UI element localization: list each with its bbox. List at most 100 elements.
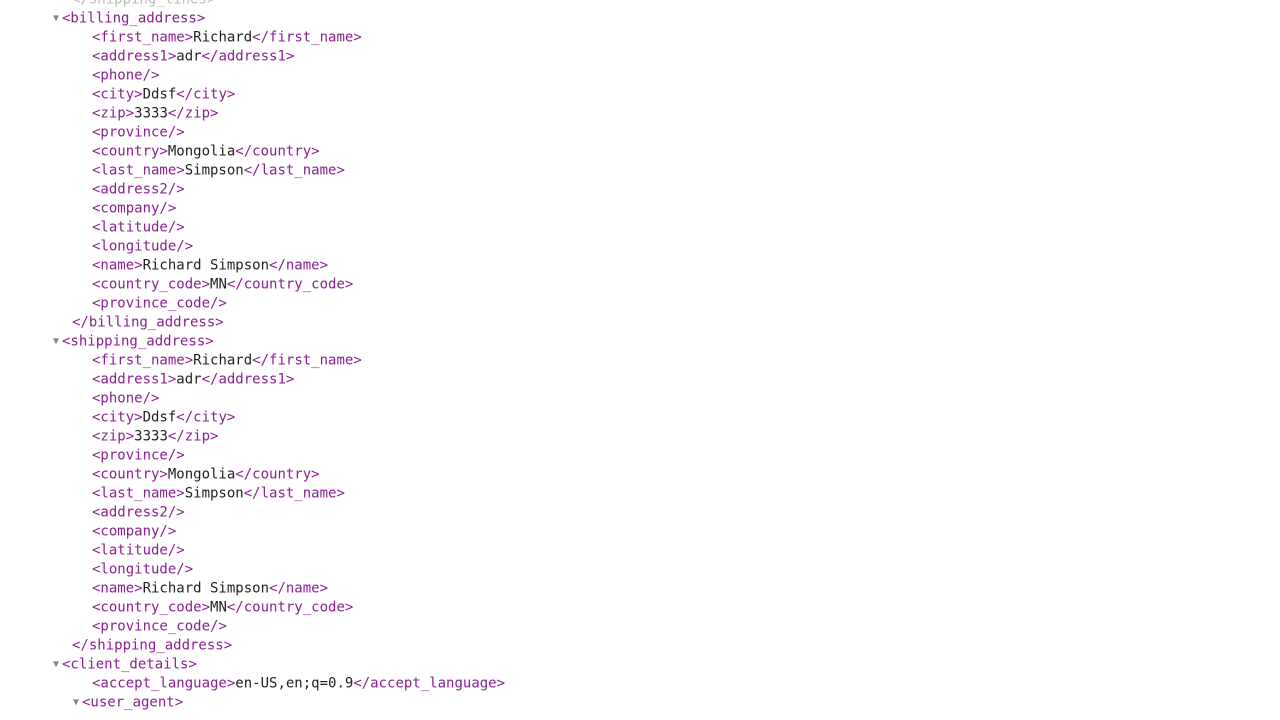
xml-line[interactable]: <province_code/> bbox=[0, 294, 1280, 313]
toggle-placeholder bbox=[60, 0, 72, 9]
toggle-placeholder bbox=[80, 351, 92, 370]
collapse-toggle-icon[interactable]: ▼ bbox=[50, 655, 62, 674]
xml-line[interactable]: <first_name>Richard</first_name> bbox=[0, 351, 1280, 370]
xml-tag: <first_name> bbox=[92, 353, 193, 369]
xml-line[interactable]: <company/> bbox=[0, 199, 1280, 218]
toggle-placeholder bbox=[60, 636, 72, 655]
xml-line[interactable]: <city>Ddsf</city> bbox=[0, 85, 1280, 104]
xml-line[interactable]: <country>Mongolia</country> bbox=[0, 465, 1280, 484]
toggle-placeholder bbox=[80, 389, 92, 408]
toggle-placeholder bbox=[80, 370, 92, 389]
xml-tag: </address1> bbox=[202, 49, 295, 65]
xml-text-value: Richard Simpson bbox=[143, 258, 269, 274]
xml-line[interactable]: </billing_address> bbox=[0, 313, 1280, 332]
toggle-placeholder bbox=[80, 446, 92, 465]
xml-line[interactable]: </shipping_address> bbox=[0, 636, 1280, 655]
xml-line[interactable]: <longitude/> bbox=[0, 560, 1280, 579]
xml-text-value: Richard bbox=[193, 30, 252, 46]
xml-tag: <first_name> bbox=[92, 30, 193, 46]
xml-text-value: Ddsf bbox=[143, 87, 177, 103]
toggle-placeholder bbox=[80, 427, 92, 446]
xml-tag: </first_name> bbox=[252, 353, 362, 369]
xml-tag: <address2/> bbox=[92, 505, 185, 521]
xml-line[interactable]: <country>Mongolia</country> bbox=[0, 142, 1280, 161]
xml-tag: <last_name> bbox=[92, 486, 185, 502]
xml-text-value: Richard bbox=[193, 353, 252, 369]
collapse-toggle-icon[interactable]: ▼ bbox=[50, 332, 62, 351]
xml-text-value: adr bbox=[176, 49, 201, 65]
xml-tag: <address2/> bbox=[92, 182, 185, 198]
xml-tag: </last_name> bbox=[244, 486, 345, 502]
xml-text-value: MN bbox=[210, 600, 227, 616]
xml-tag: </address1> bbox=[202, 372, 295, 388]
xml-line[interactable]: <phone/> bbox=[0, 389, 1280, 408]
toggle-placeholder bbox=[80, 617, 92, 636]
xml-line[interactable]: <longitude/> bbox=[0, 237, 1280, 256]
toggle-placeholder bbox=[80, 275, 92, 294]
xml-line[interactable]: <address1>adr</address1> bbox=[0, 370, 1280, 389]
xml-line[interactable]: ▼<billing_address> bbox=[0, 9, 1280, 28]
xml-tag: <province/> bbox=[92, 125, 185, 141]
xml-line[interactable]: <first_name>Richard</first_name> bbox=[0, 28, 1280, 47]
xml-tag: <company/> bbox=[92, 201, 176, 217]
xml-tag: <zip> bbox=[92, 429, 134, 445]
xml-text-value: Mongolia bbox=[168, 144, 235, 160]
xml-line[interactable]: <province/> bbox=[0, 123, 1280, 142]
xml-text-value: MN bbox=[210, 277, 227, 293]
xml-line[interactable]: <name>Richard Simpson</name> bbox=[0, 579, 1280, 598]
toggle-placeholder bbox=[80, 28, 92, 47]
xml-line[interactable]: ▼<shipping_address> bbox=[0, 332, 1280, 351]
xml-tag: </first_name> bbox=[252, 30, 362, 46]
xml-tag: <phone/> bbox=[92, 68, 159, 84]
xml-line[interactable]: <zip>3333</zip> bbox=[0, 104, 1280, 123]
xml-line[interactable]: </shipping_lines> bbox=[0, 0, 1280, 9]
toggle-placeholder bbox=[80, 503, 92, 522]
xml-tag: <last_name> bbox=[92, 163, 185, 179]
xml-tag: </country_code> bbox=[227, 600, 353, 616]
xml-line[interactable]: <province/> bbox=[0, 446, 1280, 465]
toggle-placeholder bbox=[80, 408, 92, 427]
xml-tag: <name> bbox=[92, 581, 143, 597]
xml-line[interactable]: <latitude/> bbox=[0, 541, 1280, 560]
toggle-placeholder bbox=[80, 484, 92, 503]
xml-tag: <longitude/> bbox=[92, 562, 193, 578]
toggle-placeholder bbox=[80, 180, 92, 199]
xml-line[interactable]: ▼<user_agent> bbox=[0, 693, 1280, 712]
toggle-placeholder bbox=[80, 66, 92, 85]
xml-line[interactable]: <accept_language>en-US,en;q=0.9</accept_… bbox=[0, 674, 1280, 693]
collapse-toggle-icon[interactable]: ▼ bbox=[50, 9, 62, 28]
xml-line[interactable]: <latitude/> bbox=[0, 218, 1280, 237]
xml-line[interactable]: <country_code>MN</country_code> bbox=[0, 275, 1280, 294]
xml-text-value: Simpson bbox=[185, 163, 244, 179]
xml-tag: <longitude/> bbox=[92, 239, 193, 255]
xml-line[interactable]: <phone/> bbox=[0, 66, 1280, 85]
xml-tag: <shipping_address> bbox=[62, 334, 214, 350]
xml-tag: <country_code> bbox=[92, 277, 210, 293]
xml-line[interactable]: <company/> bbox=[0, 522, 1280, 541]
xml-tag: </last_name> bbox=[244, 163, 345, 179]
xml-tag: </zip> bbox=[168, 429, 219, 445]
xml-tag: </city> bbox=[176, 87, 235, 103]
xml-tag: <billing_address> bbox=[62, 11, 205, 27]
xml-tag: </billing_address> bbox=[72, 315, 224, 331]
toggle-placeholder bbox=[80, 218, 92, 237]
xml-line[interactable]: <name>Richard Simpson</name> bbox=[0, 256, 1280, 275]
xml-text-value: Mongolia bbox=[168, 467, 235, 483]
xml-tree-viewer[interactable]: </shipping_lines>▼<billing_address> <fir… bbox=[0, 0, 1280, 712]
xml-tag: </zip> bbox=[168, 106, 219, 122]
xml-line[interactable]: <address2/> bbox=[0, 503, 1280, 522]
xml-line[interactable]: <zip>3333</zip> bbox=[0, 427, 1280, 446]
xml-line[interactable]: ▼<client_details> bbox=[0, 655, 1280, 674]
xml-line[interactable]: <address1>adr</address1> bbox=[0, 47, 1280, 66]
toggle-placeholder bbox=[80, 256, 92, 275]
xml-line[interactable]: <city>Ddsf</city> bbox=[0, 408, 1280, 427]
xml-tag: </country> bbox=[235, 144, 319, 160]
collapse-toggle-icon[interactable]: ▼ bbox=[70, 693, 82, 712]
xml-tag: </name> bbox=[269, 258, 328, 274]
xml-line[interactable]: <country_code>MN</country_code> bbox=[0, 598, 1280, 617]
xml-line[interactable]: <last_name>Simpson</last_name> bbox=[0, 161, 1280, 180]
xml-line[interactable]: <province_code/> bbox=[0, 617, 1280, 636]
toggle-placeholder bbox=[80, 598, 92, 617]
xml-line[interactable]: <last_name>Simpson</last_name> bbox=[0, 484, 1280, 503]
xml-line[interactable]: <address2/> bbox=[0, 180, 1280, 199]
